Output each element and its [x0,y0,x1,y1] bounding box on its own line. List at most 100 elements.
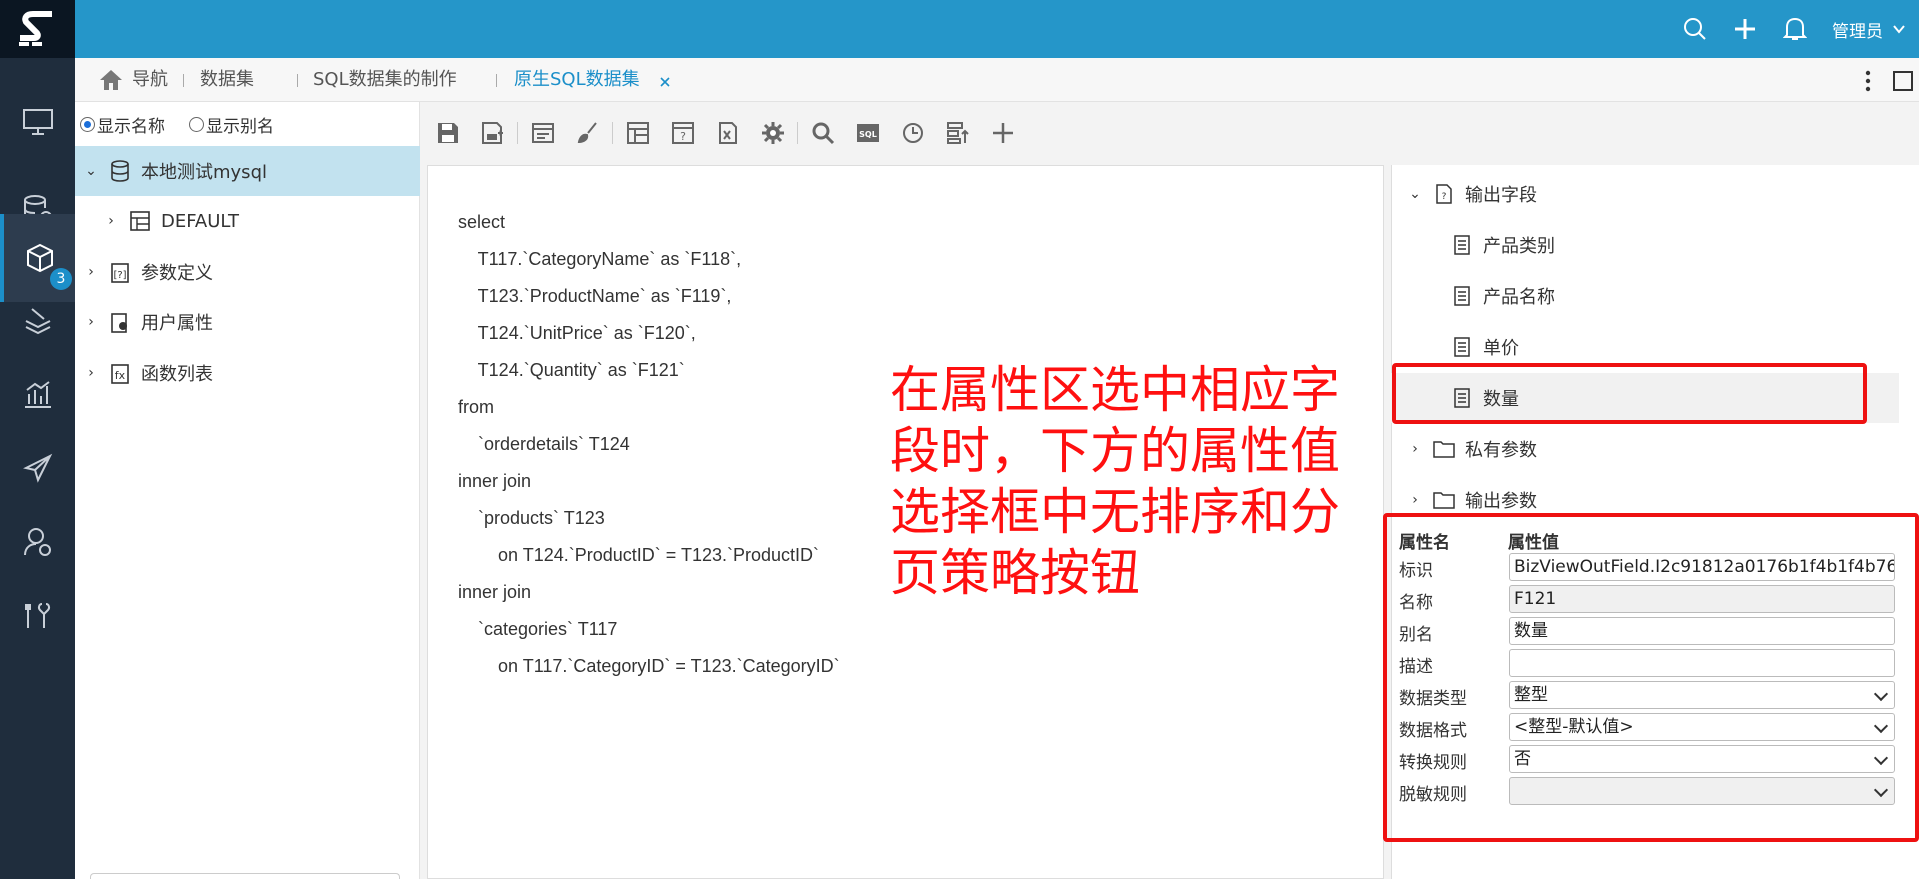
folder-icon [1433,492,1455,509]
tree-private-params[interactable]: › 私有参数 [1391,424,1899,474]
close-tab-icon[interactable] [659,76,671,88]
svg-text:?: ? [1442,192,1447,202]
chevron-down-icon[interactable] [1891,21,1907,37]
highlight-quantity-field [1392,363,1867,424]
export-button[interactable] [705,110,750,155]
tree-field-product-name[interactable]: 产品名称 [1391,271,1899,321]
prop-row-name: 名称 F121 [1383,583,1919,615]
nav-monitor[interactable] [0,78,75,166]
prop-name-field[interactable]: F121 [1509,585,1895,613]
maximize-icon[interactable] [1893,71,1913,91]
monitor-icon [22,109,53,135]
clock-icon [902,122,923,143]
crumb-native-sql-dataset[interactable]: 原生SQL数据集 [514,58,640,102]
structure-button[interactable] [935,110,980,155]
prop-row-desc: 描述 [1383,647,1919,679]
sql-button[interactable]: SQL [845,110,890,155]
tree-item-user-attr[interactable]: › 用户属性 [75,297,420,347]
cube-icon [26,243,53,273]
field-icon [1454,286,1470,306]
clear-button[interactable] [565,110,610,155]
plus-icon [1735,19,1755,39]
prop-row-convert: 转换规则 否 [1383,743,1919,775]
svg-text:[?]: [?] [113,270,126,281]
horizontal-scrollbar[interactable] [90,873,400,879]
brush-icon [577,121,597,143]
gear-icon [761,121,784,144]
field-icon [1454,235,1470,255]
user-settings-icon [23,528,51,556]
tree-field-category[interactable]: 产品类别 [1391,220,1899,270]
add-button[interactable] [1720,0,1770,58]
sql-line: `orderdetails` T124 [458,434,630,454]
search-button[interactable] [800,110,845,155]
bell-icon [1783,17,1807,40]
home-icon[interactable] [98,68,124,92]
table-button[interactable] [615,110,660,155]
prop-mask-select[interactable] [1509,777,1895,805]
sql-line: on T117.`CategoryID` = T123.`CategoryID` [458,656,840,676]
editor-toolbar: ? SQL [425,110,1025,155]
app-logo[interactable] [0,0,75,58]
field-group-icon: ? [1436,184,1452,204]
prop-row-mask: 脱敏规则 [1383,775,1919,807]
sql-line: select [458,212,506,232]
format-button[interactable] [520,110,565,155]
sql-line: on T124.`ProductID` = T123.`ProductID` [458,545,819,565]
save-button[interactable] [425,110,470,155]
sql-line: inner join [458,582,532,602]
notification-button[interactable] [1770,0,1820,58]
nav-tools[interactable] [0,572,75,660]
more-vertical-icon[interactable] [1865,70,1871,92]
tree-output-fields[interactable]: ⌄ ? 输出字段 [1391,169,1899,219]
history-button[interactable] [890,110,935,155]
prop-row-format: 数据格式 <整型-默认值> [1383,711,1919,743]
sql-code[interactable]: select T117.`CategoryName` as `F118`, T1… [458,204,840,685]
crumb-home[interactable]: 导航 [132,58,168,102]
folder-icon [1433,441,1455,458]
breadcrumb: 导航 数据集 SQL数据集的制作 原生SQL数据集 [75,58,1919,102]
sql-line: T124.`UnitPrice` as `F120`, [458,323,696,343]
crumb-dataset[interactable]: 数据集 [200,58,254,102]
resource-tree-panel: 显示名称 显示别名 ⌄ 本地测试mysql › DEFAULT › [?] 参数… [75,102,420,879]
prop-row-alias: 别名 数量 [1383,615,1919,647]
prop-convert-select[interactable]: 否 [1509,745,1895,773]
tree-item-local-mysql[interactable]: ⌄ 本地测试mysql [75,146,420,196]
prop-datatype-select[interactable]: 整型 [1509,681,1895,709]
tree-item-function-list[interactable]: › fx 函数列表 [75,348,420,398]
list-structure-icon [946,121,969,144]
param-button[interactable]: ? [660,110,705,155]
crumb-sql-dataset[interactable]: SQL数据集的制作 [313,58,457,102]
logo-icon [18,11,52,46]
settings-button[interactable] [750,110,795,155]
prop-format-select[interactable]: <整型-默认值> [1509,713,1895,741]
save-as-button[interactable] [470,110,515,155]
prop-desc-field[interactable] [1509,649,1895,677]
database-icon [111,160,129,182]
radio-show-alias[interactable]: 显示别名 [189,112,274,137]
add-button[interactable] [980,110,1025,155]
sql-line: T117.`CategoryName` as `F118`, [458,249,742,269]
save-icon [437,122,458,143]
search-icon [812,122,834,144]
table-icon [626,121,649,144]
left-nav-rail: 3 [0,0,75,879]
prop-id-field[interactable]: BizViewOutField.I2c91812a0176b1f4b1f4b76… [1509,553,1895,581]
search-button[interactable] [1670,0,1720,58]
sql-line: from [458,397,494,417]
plus-icon [992,122,1013,143]
prop-alias-field[interactable]: 数量 [1509,617,1895,645]
save-as-icon [481,121,503,144]
user-menu[interactable]: 管理员 [1832,17,1883,42]
properties-panel: 属性名 属性值 标识 BizViewOutField.I2c91812a0176… [1383,514,1919,842]
tree-item-default[interactable]: › DEFAULT [75,196,420,246]
function-icon: fx [111,364,129,384]
sql-line: T123.`ProductName` as `F119`, [458,286,732,306]
radio-show-name[interactable]: 显示名称 [80,112,165,137]
svg-text:?: ? [680,130,686,143]
sql-line: inner join [458,471,532,491]
search-icon [1684,18,1706,40]
tree-item-param-def[interactable]: › [?] 参数定义 [75,247,420,297]
sql-line: `categories` T117 [458,619,618,639]
prop-row-datatype: 数据类型 整型 [1383,679,1919,711]
